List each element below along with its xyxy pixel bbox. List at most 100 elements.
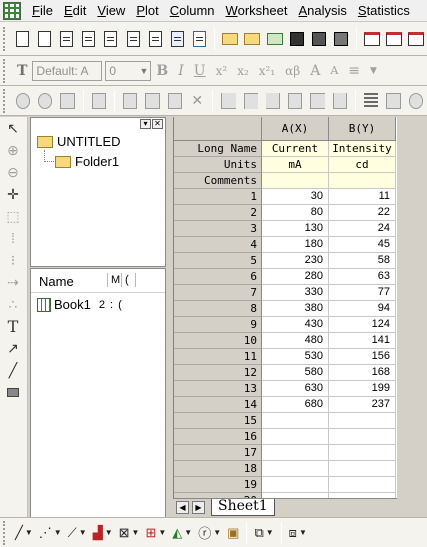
close-layer-icon[interactable]: ✕: [190, 93, 204, 109]
data-cell[interactable]: 199: [329, 381, 396, 397]
data-cell[interactable]: 141: [329, 333, 396, 349]
data-cell[interactable]: [262, 413, 329, 429]
data-cell[interactable]: [329, 429, 396, 445]
data-cell[interactable]: [329, 413, 396, 429]
layout-one-icon[interactable]: [123, 92, 138, 109]
new-notes-icon[interactable]: [190, 29, 208, 49]
crosshair-icon[interactable]: ✛: [0, 183, 26, 205]
stack-icon[interactable]: [364, 92, 379, 109]
column-header[interactable]: B(Y): [329, 117, 396, 141]
list-header-modified[interactable]: M: [111, 274, 120, 286]
new-function-icon[interactable]: [146, 29, 164, 49]
row-header[interactable]: 4: [174, 237, 262, 253]
data-cell[interactable]: 680: [262, 397, 329, 413]
meta-cell[interactable]: Intensity: [329, 141, 396, 157]
line-symbol-plot-button[interactable]: ⟋ ▼: [68, 525, 87, 541]
close-icon[interactable]: ✕: [152, 119, 163, 129]
data-cell[interactable]: 180: [262, 237, 329, 253]
font-select[interactable]: Default: A: [32, 60, 103, 81]
clock-icon[interactable]: [408, 92, 423, 109]
align-left-icon[interactable]: ≡: [348, 63, 360, 79]
data-reader-icon[interactable]: ⁞: [0, 227, 26, 249]
row-header[interactable]: 12: [174, 365, 262, 381]
row-header[interactable]: 14: [174, 397, 262, 413]
merge-icon[interactable]: [386, 92, 401, 109]
meta-cell[interactable]: [262, 173, 329, 189]
row-header[interactable]: 2: [174, 205, 262, 221]
row-header[interactable]: 17: [174, 445, 262, 461]
import-wizard-icon[interactable]: [363, 29, 381, 49]
row-header[interactable]: 1: [174, 189, 262, 205]
row-header[interactable]: 10: [174, 333, 262, 349]
polar-plot-button[interactable]: ⓡ ▼: [198, 523, 221, 542]
toolbar-grip[interactable]: [3, 520, 9, 545]
data-cell[interactable]: 30: [262, 189, 329, 205]
row-header[interactable]: 11: [174, 349, 262, 365]
data-cell[interactable]: 156: [329, 349, 396, 365]
row-header[interactable]: 18: [174, 461, 262, 477]
decrease-font-button[interactable]: A: [330, 64, 338, 77]
column-header[interactable]: A(X): [262, 117, 329, 141]
data-cell[interactable]: [329, 477, 396, 493]
tree-root-folder[interactable]: UNTITLED: [37, 134, 121, 149]
meta-cell[interactable]: cd: [329, 157, 396, 173]
data-cell[interactable]: 45: [329, 237, 396, 253]
axis-three-icon[interactable]: [310, 92, 325, 109]
row-label[interactable]: Comments: [174, 173, 262, 189]
data-cell[interactable]: [262, 461, 329, 477]
list-item[interactable]: Book1 2 : (: [37, 297, 122, 312]
column-divider[interactable]: [135, 273, 136, 287]
data-cell[interactable]: 80: [262, 205, 329, 221]
data-cell[interactable]: [329, 461, 396, 477]
data-cell[interactable]: 130: [262, 221, 329, 237]
next-sheet-icon[interactable]: ▶: [192, 501, 205, 514]
line-tool-icon[interactable]: ╱: [0, 359, 26, 381]
data-cell[interactable]: 580: [262, 365, 329, 381]
data-cell[interactable]: 124: [329, 317, 396, 333]
underline-button[interactable]: U: [194, 63, 206, 79]
save-project-icon[interactable]: [288, 29, 306, 49]
row-header[interactable]: 3: [174, 221, 262, 237]
data-cell[interactable]: 94: [329, 301, 396, 317]
layout-four-icon[interactable]: [145, 92, 160, 109]
mask-icon[interactable]: ⁝: [0, 249, 26, 271]
toolbar-grip[interactable]: [3, 88, 9, 113]
pointer-icon[interactable]: ↖: [0, 117, 26, 139]
open-excel-icon[interactable]: [265, 29, 283, 49]
list-header-name[interactable]: Name: [39, 274, 74, 289]
data-cell[interactable]: [262, 477, 329, 493]
multi-curve-button[interactable]: ⊠ ▼: [119, 525, 140, 541]
menu-plot[interactable]: Plot: [131, 0, 164, 22]
rescale-icon[interactable]: [15, 92, 30, 109]
text-tool-icon[interactable]: T: [0, 315, 26, 337]
select-all-corner[interactable]: [174, 117, 262, 141]
import-multiple-ascii-icon[interactable]: [407, 29, 425, 49]
zoom-in-icon[interactable]: ⊕: [0, 139, 26, 161]
data-cell[interactable]: 280: [262, 269, 329, 285]
menu-column[interactable]: Column: [165, 0, 221, 22]
3d-surface-button[interactable]: ⧈ ▼: [289, 525, 307, 541]
data-cell[interactable]: 230: [262, 253, 329, 269]
data-cell[interactable]: 380: [262, 301, 329, 317]
pin-icon[interactable]: ▾: [140, 119, 151, 129]
worksheet-grid[interactable]: A(X) B(Y) Long Name Current Intensity Units mA…: [173, 117, 397, 498]
toolbar-grip[interactable]: [3, 26, 9, 51]
meta-cell[interactable]: Current: [262, 141, 329, 157]
meta-cell[interactable]: mA: [262, 157, 329, 173]
greek-button[interactable]: αβ: [285, 64, 300, 78]
3d-plot-button[interactable]: ⧉ ▼: [254, 525, 273, 541]
area-plot-button[interactable]: ◭ ▼: [172, 525, 192, 541]
supsub-button[interactable]: x²₁: [259, 64, 275, 78]
row-header[interactable]: 9: [174, 317, 262, 333]
statistics-plot-button[interactable]: ⊞ ▼: [145, 525, 166, 541]
row-header[interactable]: 5: [174, 253, 262, 269]
data-selector-icon[interactable]: ⇢: [0, 271, 26, 293]
row-label[interactable]: Long Name: [174, 141, 262, 157]
menu-statistics[interactable]: Statistics: [353, 0, 416, 22]
open-folder-icon[interactable]: [221, 29, 239, 49]
bold-button[interactable]: B: [156, 63, 168, 79]
layout-nine-icon[interactable]: [167, 92, 183, 109]
zoom-icon[interactable]: [37, 92, 53, 109]
row-header[interactable]: 7: [174, 285, 262, 301]
axis-box-icon[interactable]: [288, 92, 303, 109]
